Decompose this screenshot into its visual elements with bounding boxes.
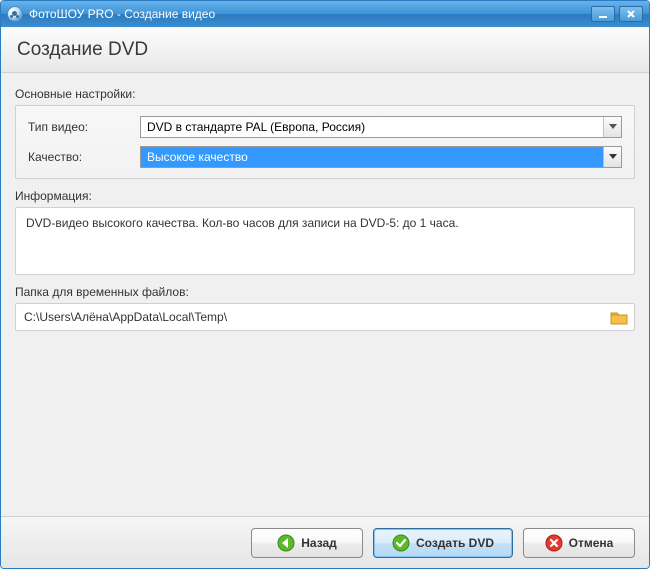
video-type-value: DVD в стандарте PAL (Европа, Россия) <box>141 117 603 137</box>
information-label: Информация: <box>15 189 635 203</box>
quality-dropdown[interactable]: Высокое качество <box>140 146 622 168</box>
cancel-button-label: Отмена <box>569 536 614 550</box>
temp-folder-path: C:\Users\Алёна\AppData\Local\Temp\ <box>24 310 610 324</box>
cancel-button[interactable]: Отмена <box>523 528 635 558</box>
check-icon <box>392 534 410 552</box>
back-button-label: Назад <box>301 536 337 550</box>
browse-folder-button[interactable] <box>610 309 628 325</box>
arrow-left-icon <box>277 534 295 552</box>
content-area: Основные настройки: Тип видео: DVD в ста… <box>1 73 649 516</box>
quality-value: Высокое качество <box>141 147 603 167</box>
app-icon <box>7 6 23 22</box>
window-title: ФотоШОУ PRO - Создание видео <box>29 7 591 21</box>
quality-row: Качество: Высокое качество <box>28 146 622 168</box>
close-button[interactable] <box>619 6 643 22</box>
temp-folder-box: C:\Users\Алёна\AppData\Local\Temp\ <box>15 303 635 331</box>
dialog-header: Создание DVD <box>1 27 649 73</box>
window-controls <box>591 6 643 22</box>
dialog-window: ФотоШОУ PRO - Создание видео Создание DV… <box>0 0 650 569</box>
create-dvd-button[interactable]: Создать DVD <box>373 528 513 558</box>
main-settings-label: Основные настройки: <box>15 87 635 101</box>
quality-label: Качество: <box>28 150 140 164</box>
folder-icon <box>610 309 628 327</box>
main-settings-group: Тип видео: DVD в стандарте PAL (Европа, … <box>15 105 635 179</box>
chevron-down-icon <box>603 117 621 137</box>
page-title: Создание DVD <box>17 39 148 61</box>
cancel-icon <box>545 534 563 552</box>
minimize-button[interactable] <box>591 6 615 22</box>
information-text: DVD-видео высокого качества. Кол-во часо… <box>26 216 459 230</box>
chevron-down-icon <box>603 147 621 167</box>
video-type-label: Тип видео: <box>28 120 140 134</box>
titlebar: ФотоШОУ PRO - Создание видео <box>1 1 649 27</box>
create-dvd-button-label: Создать DVD <box>416 536 494 550</box>
video-type-row: Тип видео: DVD в стандарте PAL (Европа, … <box>28 116 622 138</box>
information-box: DVD-видео высокого качества. Кол-во часо… <box>15 207 635 275</box>
temp-folder-label: Папка для временных файлов: <box>15 285 635 299</box>
video-type-dropdown[interactable]: DVD в стандарте PAL (Европа, Россия) <box>140 116 622 138</box>
back-button[interactable]: Назад <box>251 528 363 558</box>
dialog-footer: Назад Создать DVD Отмена <box>1 516 649 568</box>
